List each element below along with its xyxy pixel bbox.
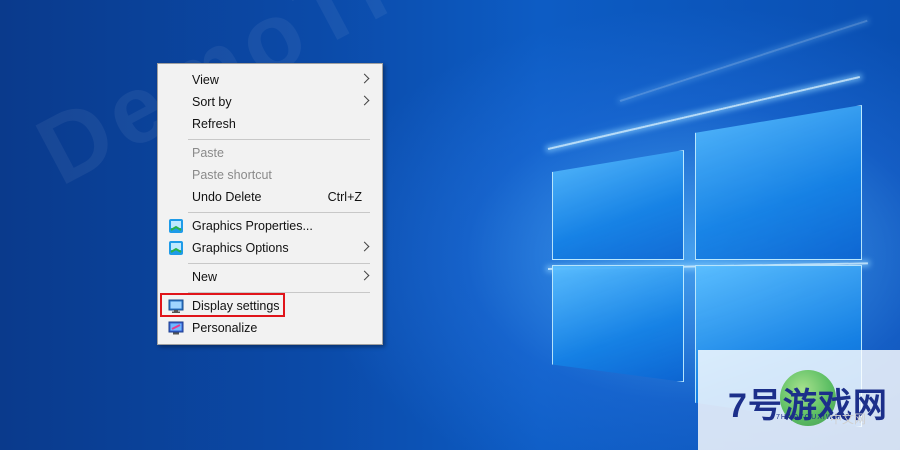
menu-item-paste-shortcut[interactable]: Paste shortcut — [158, 164, 382, 186]
menu-item-label: Sort by — [192, 95, 232, 109]
intel-graphics-icon — [169, 241, 183, 255]
menu-item-graphics-properties[interactable]: Graphics Properties... — [158, 215, 382, 237]
menu-item-label: Paste — [192, 146, 224, 160]
menu-separator — [188, 263, 370, 264]
menu-item-label: Graphics Options — [192, 241, 289, 255]
menu-separator — [188, 139, 370, 140]
menu-separator — [188, 212, 370, 213]
personalize-icon — [168, 321, 184, 335]
chevron-right-icon — [359, 270, 370, 281]
menu-item-label: Refresh — [192, 117, 236, 131]
menu-item-refresh[interactable]: Refresh — [158, 113, 382, 135]
site-logo-cn: 中文网 — [830, 412, 867, 426]
highlight-box — [160, 293, 285, 317]
menu-item-label: Paste shortcut — [192, 168, 272, 182]
windows-logo-pane-top-right — [695, 105, 862, 260]
windows-logo-pane-top-left — [552, 150, 684, 260]
menu-item-label: View — [192, 73, 219, 87]
shortcut-label: Ctrl+Z — [327, 190, 362, 204]
menu-item-graphics-options[interactable]: Graphics Options — [158, 237, 382, 259]
menu-item-label: Personalize — [192, 321, 258, 335]
menu-item-label: Graphics Properties... — [192, 219, 313, 233]
light-beam — [619, 19, 868, 102]
menu-item-sort-by[interactable]: Sort by — [158, 91, 382, 113]
chevron-right-icon — [359, 73, 370, 84]
menu-item-view[interactable]: View — [158, 69, 382, 91]
menu-item-label: Undo Delete — [192, 190, 262, 204]
chevron-right-icon — [359, 95, 370, 106]
chevron-right-icon — [359, 241, 370, 252]
windows-logo-pane-bottom-left — [552, 265, 684, 382]
menu-item-new[interactable]: New — [158, 266, 382, 288]
menu-item-undo-delete[interactable]: Undo Delete Ctrl+Z — [158, 186, 382, 208]
menu-item-label: New — [192, 270, 218, 284]
intel-graphics-icon — [169, 219, 183, 233]
menu-item-personalize[interactable]: Personalize — [158, 317, 382, 339]
menu-item-paste[interactable]: Paste — [158, 142, 382, 164]
